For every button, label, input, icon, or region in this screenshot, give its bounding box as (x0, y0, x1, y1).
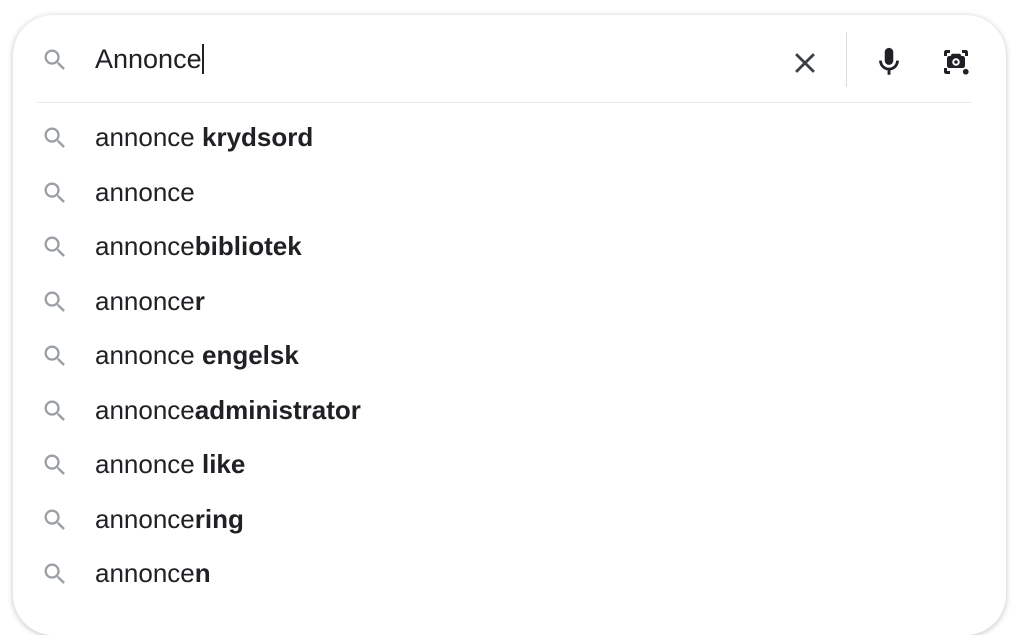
suggestion-list: annonce krydsord annonce annoncebibliote… (13, 110, 1006, 601)
suggestion-text: annonce (95, 176, 195, 207)
search-icon (41, 506, 69, 534)
search-icon (41, 560, 69, 588)
search-query-text: Annonce (95, 44, 202, 74)
suggestion-text: annonce engelsk (95, 340, 299, 370)
text-caret (201, 44, 204, 74)
search-icon (41, 179, 69, 207)
search-icon (41, 46, 69, 74)
close-icon (795, 53, 815, 73)
suggestion-text: annoncen (95, 558, 211, 588)
camera-lens-icon (944, 50, 969, 75)
divider (846, 32, 847, 87)
suggestion-text: annonce krydsord (95, 122, 314, 152)
microphone-icon (879, 47, 899, 75)
suggestions-divider (37, 102, 972, 103)
suggestion-text: annoncebibliotek (95, 231, 302, 261)
suggestion-text: annoncering (95, 503, 244, 534)
suggestion-text: annonceadministrator (95, 394, 361, 425)
search-icon (41, 451, 69, 479)
search-box: Annonce annonce krydsord annonce annonce… (13, 15, 1006, 635)
suggestion-item[interactable]: annonce like (13, 437, 1006, 492)
suggestion-text: annoncer (95, 285, 205, 316)
search-icon (41, 233, 69, 261)
suggestion-item[interactable]: annoncen (13, 546, 1006, 601)
search-input[interactable]: Annonce (95, 41, 204, 77)
search-bar: Annonce (13, 15, 1006, 103)
image-search-button[interactable] (933, 39, 979, 85)
suggestion-item[interactable]: annoncering (13, 492, 1006, 547)
suggestion-item[interactable]: annoncer (13, 274, 1006, 329)
search-icon (41, 342, 69, 370)
search-icon (41, 124, 69, 152)
search-icon (41, 397, 69, 425)
clear-button[interactable] (784, 42, 826, 84)
suggestion-item[interactable]: annonce engelsk (13, 328, 1006, 383)
suggestion-item[interactable]: annonce (13, 165, 1006, 220)
suggestion-item[interactable]: annonceadministrator (13, 383, 1006, 438)
suggestion-item[interactable]: annonce krydsord (13, 110, 1006, 165)
voice-search-button[interactable] (866, 39, 912, 85)
suggestion-text: annonce like (95, 449, 246, 479)
suggestion-item[interactable]: annoncebibliotek (13, 219, 1006, 274)
search-icon (41, 288, 69, 316)
